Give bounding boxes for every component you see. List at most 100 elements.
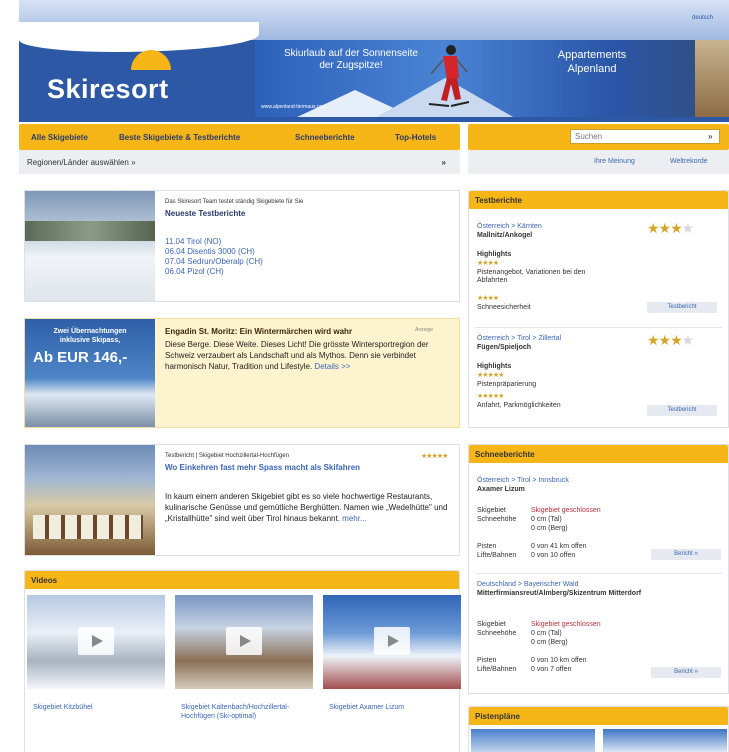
highlight-stars: ★★★★ <box>477 260 499 267</box>
piste-map-thumb[interactable] <box>603 729 727 752</box>
banner-brand-line2: Alpenland <box>567 63 617 75</box>
test-resort-name[interactable]: Fügen/Spieljoch <box>477 344 531 352</box>
snow-label: Schneehöhe <box>477 630 517 637</box>
header-snow-decoration <box>19 22 259 52</box>
link-weltrekorde[interactable]: Weltrekorde <box>670 158 708 165</box>
link-ihre-meinung[interactable]: Ihre Meinung <box>594 158 635 165</box>
nav-best-skigebiete[interactable]: Beste Skigebiete & Testberichte <box>119 133 240 142</box>
snow-label: Schneehöhe <box>477 516 517 523</box>
videos-box: Videos Skigebiet Kitzbühel Skigebiet Kal… <box>24 570 461 752</box>
region-select-label[interactable]: Regionen/Länder auswählen » <box>27 158 136 167</box>
snow-value: 0 von 10 offen <box>531 552 576 559</box>
ad-text: Diese Berge. Diese Weite. Dieses Licht! … <box>165 339 453 372</box>
banner-brand-line1: Appartements <box>557 49 627 61</box>
ad-title[interactable]: Engadin St. Moritz: Ein Wintermärchen wi… <box>165 327 352 336</box>
ski-slope-image[interactable] <box>25 191 155 301</box>
snow-label: Skigebiet <box>477 621 506 628</box>
highlight-text: Anfahrt, Parkmöglichkeiten <box>477 402 561 409</box>
sidebar-pistenplaene: Pistenpläne <box>468 706 729 752</box>
banner-right-text: Appartements Alpenland <box>517 48 667 76</box>
region-expand-icon[interactable]: » <box>442 158 446 167</box>
tests-title[interactable]: Neueste Testberichte <box>165 209 245 218</box>
article-body: In kaum einem anderen Skigebiet gibt es … <box>165 492 448 523</box>
region-select-bar[interactable]: Regionen/Länder auswählen » » <box>19 150 460 174</box>
snow-status: Skigebiet geschlossen <box>531 507 601 514</box>
piste-map-thumb[interactable] <box>471 729 595 752</box>
sidebar-testberichte-header: Testberichte <box>469 191 728 209</box>
nav-all-skigebiete[interactable]: Alle Skigebiete <box>31 133 88 142</box>
search-input[interactable] <box>570 129 720 144</box>
tests-list-item[interactable]: 06.04 Pizol (CH) <box>165 267 263 277</box>
highlight-text: Pistenangebot, Variationen bei den Abfah… <box>477 269 586 284</box>
video-thumb-kitzbuehel[interactable] <box>27 595 165 689</box>
test-rating-stars: ★★★★ <box>647 332 694 348</box>
snow-label: Pisten <box>477 543 497 550</box>
header-banner-ad[interactable]: Skiurlaub auf der Sonnenseite der Zugspi… <box>255 40 729 117</box>
snow-value: 0 cm (Tal) <box>531 516 562 523</box>
snow-path[interactable]: Österreich > Tirol > Innsbruck <box>477 477 569 485</box>
latest-tests-box: Das Skiresort Team testet ständig Skigeb… <box>24 190 460 302</box>
main-nav: Alle Skigebiete Beste Skigebiete & Testb… <box>19 124 460 150</box>
test-path[interactable]: Österreich > Kärnten <box>477 223 542 231</box>
logo-sun-icon <box>131 50 171 70</box>
test-path[interactable]: Österreich > Tirol > Zillertal <box>477 335 561 343</box>
snow-label: Lifte/Bahnen <box>477 552 517 559</box>
ad-text-body: Diese Berge. Diese Weite. Dieses Licht! … <box>165 340 429 371</box>
banner-left-text: Skiurlaub auf der Sonnenseite der Zugspi… <box>261 48 441 72</box>
banner-thumbnail <box>695 40 729 117</box>
play-icon[interactable] <box>374 627 410 655</box>
sidebar-links: Ihre Meinung Weltrekorde <box>468 150 729 174</box>
video-caption[interactable]: Skigebiet Kaltenbach/Hochzillertal-Hochf… <box>181 703 307 721</box>
page: Skiresort deutsch Skiurlaub auf der Sonn… <box>0 0 729 752</box>
snow-value: 0 von 10 km offen <box>531 657 587 664</box>
snow-path[interactable]: Deutschland > Bayerischer Wald <box>477 581 578 589</box>
nav-schneeberichte[interactable]: Schneeberichte <box>295 133 355 142</box>
tests-list-item[interactable]: 11.04 Tirol (NO) <box>165 237 263 247</box>
testbericht-button[interactable]: Testbericht <box>647 405 717 416</box>
ad-price: Ab EUR 146,- <box>33 349 128 366</box>
language-link[interactable]: deutsch <box>692 15 713 21</box>
header: Skiresort deutsch Skiurlaub auf der Sonn… <box>19 0 729 122</box>
tests-list: 11.04 Tirol (NO) 06.04 Disentis 3000 (CH… <box>165 237 263 277</box>
video-thumb-kaltenbach[interactable] <box>175 595 313 689</box>
tests-intro: Das Skiresort Team testet ständig Skigeb… <box>165 199 304 205</box>
snow-resort-name[interactable]: Axamer Lizum <box>477 486 525 494</box>
snow-value: 0 cm (Tal) <box>531 630 562 637</box>
highlight-text: Pistenpräparierung <box>477 381 537 388</box>
snow-label: Lifte/Bahnen <box>477 666 517 673</box>
article-kicker: Testbericht | Skigebiet Hochzillertal-Ho… <box>165 453 289 459</box>
videos-header: Videos <box>25 571 459 589</box>
video-caption[interactable]: Skigebiet Axamer Lizum <box>329 703 455 712</box>
ad-image-line1: Zwei Übernachtungen <box>53 328 127 335</box>
restaurant-terrace-image[interactable] <box>25 445 155 555</box>
engadin-ad-box[interactable]: Zwei Übernachtungen inklusive Skipass, A… <box>24 318 460 428</box>
search-submit-button[interactable]: » <box>708 132 712 141</box>
play-icon[interactable] <box>78 627 114 655</box>
testbericht-button[interactable]: Testbericht <box>647 302 717 313</box>
article-more-link[interactable]: mehr... <box>342 514 366 523</box>
snow-resort-name[interactable]: Mitterfirmiansreut/Almberg/Skizentrum Mi… <box>477 590 677 598</box>
highlight-text: Schneesicherheit <box>477 304 531 311</box>
tests-list-item[interactable]: 07.04 Sedrun/Oberalp (CH) <box>165 257 263 267</box>
snow-value: 0 von 7 offen <box>531 666 572 673</box>
nav-top-hotels[interactable]: Top-Hotels <box>395 133 436 142</box>
engadin-image[interactable]: Zwei Übernachtungen inklusive Skipass, A… <box>25 319 155 427</box>
banner-url: www.alpenland-tiermaus.com <box>261 104 327 110</box>
test-rating-stars: ★★★★ <box>647 220 694 236</box>
sidebar-schneeberichte: Schneeberichte Österreich > Tirol > Inns… <box>468 444 729 694</box>
video-caption[interactable]: Skigebiet Kitzbühel <box>33 703 159 712</box>
site-logo[interactable]: Skiresort <box>47 74 169 105</box>
snow-value: 0 cm (Berg) <box>531 639 568 646</box>
article-title[interactable]: Wo Einkehren fast mehr Spass macht als S… <box>165 463 360 472</box>
video-thumb-axamer-lizum[interactable] <box>323 595 461 689</box>
test-resort-name[interactable]: Mallnitz/Ankogel <box>477 232 532 240</box>
snow-label: Skigebiet <box>477 507 506 514</box>
bericht-button[interactable]: Bericht » <box>651 549 721 560</box>
play-icon[interactable] <box>226 627 262 655</box>
highlights-label: Highlights <box>477 363 512 370</box>
bericht-button[interactable]: Bericht » <box>651 667 721 678</box>
ad-details-link[interactable]: Details >> <box>314 362 350 371</box>
tests-list-item[interactable]: 06.04 Disentis 3000 (CH) <box>165 247 263 257</box>
highlight-stars: ★★★★★ <box>477 393 504 400</box>
snow-value: 0 von 41 km offen <box>531 543 587 550</box>
